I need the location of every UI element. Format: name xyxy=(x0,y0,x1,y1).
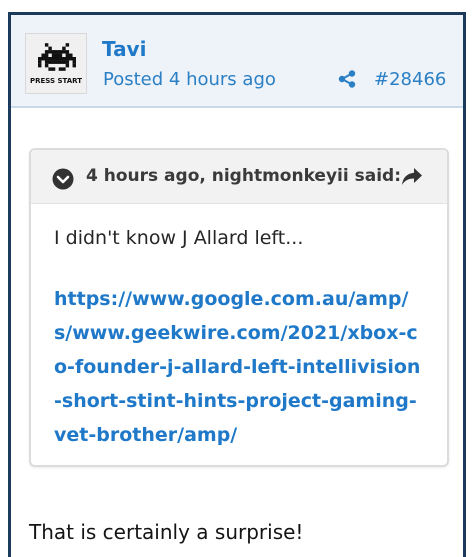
post-container: PRESS START Tavi Posted 4 hours ago #284… xyxy=(8,12,466,557)
space-invader-icon xyxy=(38,43,76,71)
reply-text: That is certainly a surprise! xyxy=(29,520,304,544)
share-icon[interactable] xyxy=(338,70,356,88)
quote-block: 4 hours ago, nightmonkeyii said: I didn'… xyxy=(29,148,449,467)
share-arrow-icon[interactable] xyxy=(401,167,423,187)
quote-link[interactable]: https://www.google.com.au/amp/s/www.geek… xyxy=(54,282,426,452)
posted-time-value: 4 hours ago xyxy=(168,69,276,90)
chevron-down-circle-icon[interactable] xyxy=(52,168,74,190)
avatar[interactable]: PRESS START xyxy=(25,33,87,94)
posted-prefix: Posted xyxy=(103,69,164,90)
post-number-link[interactable]: #28466 xyxy=(374,69,446,90)
avatar-caption: PRESS START xyxy=(29,77,83,85)
quote-attribution[interactable]: 4 hours ago, nightmonkeyii said: xyxy=(86,166,401,186)
post-header: PRESS START Tavi Posted 4 hours ago #284… xyxy=(11,15,463,108)
quote-text: I didn't know J Allard left... xyxy=(54,227,304,249)
username-link[interactable]: Tavi xyxy=(102,37,146,61)
posted-time[interactable]: Posted 4 hours ago xyxy=(103,69,276,90)
quote-header: 4 hours ago, nightmonkeyii said: xyxy=(31,150,447,204)
